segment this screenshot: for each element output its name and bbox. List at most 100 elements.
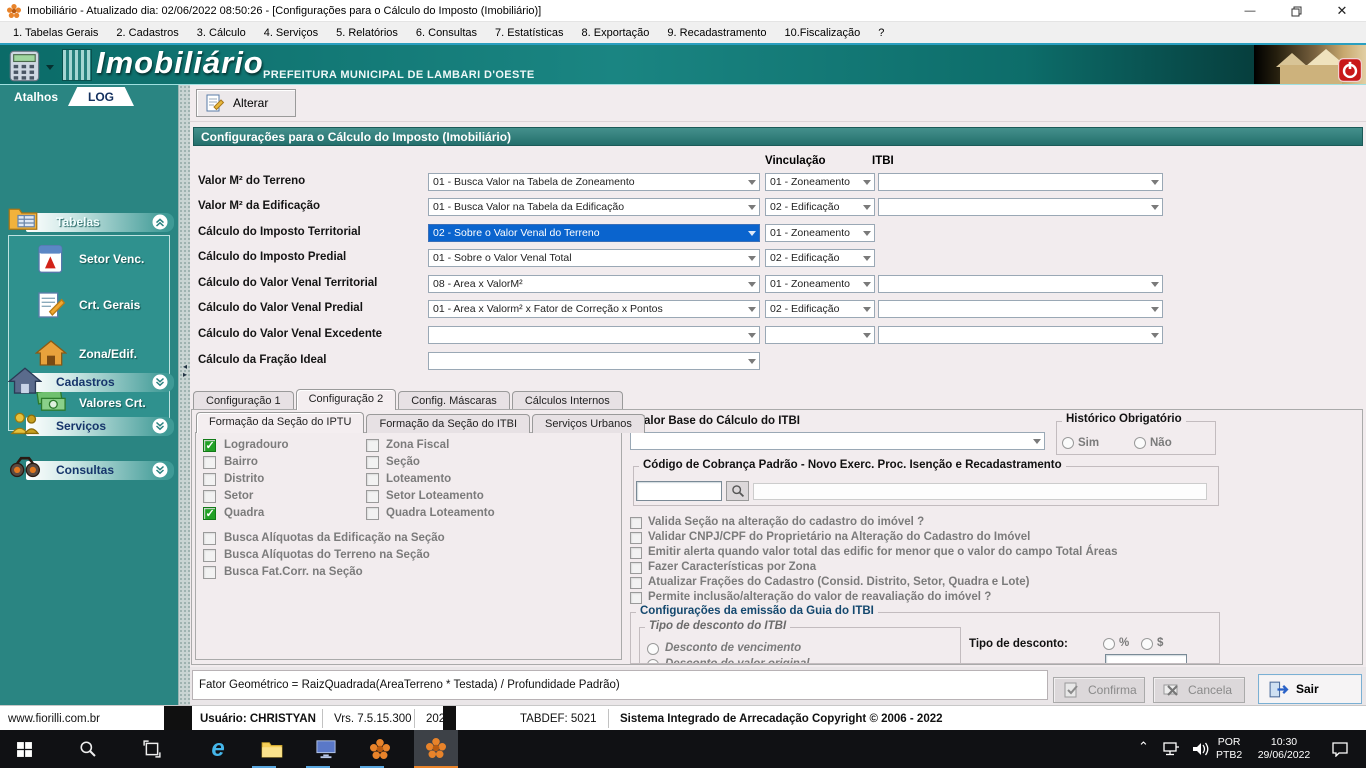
edificacao-m2-select[interactable]: 01 - Busca Valor na Tabela da Edificação xyxy=(428,198,760,216)
radio-label-nao: Não xyxy=(1150,437,1172,449)
status-website[interactable]: www.fiorilli.com.br xyxy=(0,706,108,731)
codigo-cobranca-input[interactable] xyxy=(636,481,722,501)
checkbox-validar-cnpj-cpf[interactable] xyxy=(630,532,642,544)
chevron-down-icon[interactable] xyxy=(152,374,168,390)
internet-explorer-icon[interactable]: e xyxy=(196,730,240,768)
codigo-search-button[interactable] xyxy=(726,481,749,501)
menu-fiscalizacao[interactable]: 10.Fiscalização xyxy=(775,25,869,41)
checkbox-emitir-alerta[interactable] xyxy=(630,547,642,559)
imposto-predial-select[interactable]: 01 - Sobre o Valor Venal Total xyxy=(428,249,760,267)
menu-cadastros[interactable]: 2. Cadastros xyxy=(107,25,187,41)
tray-chevron-icon[interactable]: ⌃ xyxy=(1138,740,1149,753)
restore-button[interactable] xyxy=(1276,0,1316,22)
tab-calculos-internos[interactable]: Cálculos Internos xyxy=(512,391,623,410)
fracao-ideal-select[interactable] xyxy=(428,352,760,370)
confirma-button[interactable]: Confirma xyxy=(1053,677,1145,703)
tab-servicos-urbanos[interactable]: Serviços Urbanos xyxy=(532,414,645,433)
tab-config-mascaras[interactable]: Config. Máscaras xyxy=(398,391,510,410)
taskbar-search-button[interactable] xyxy=(66,730,110,768)
vinculacao-select[interactable]: 02 - Edificação xyxy=(765,198,875,216)
checkbox-caracteristicas-zona[interactable] xyxy=(630,562,642,574)
file-explorer-icon[interactable] xyxy=(250,730,294,768)
vinculacao-select[interactable]: 02 - Edificação xyxy=(765,249,875,267)
checkbox-atualizar-fracoes[interactable] xyxy=(630,577,642,589)
vinculacao-select[interactable]: 01 - Zoneamento xyxy=(765,173,875,191)
checkbox-secao[interactable] xyxy=(366,456,379,469)
chevron-down-icon[interactable] xyxy=(152,462,168,478)
checkbox-permite-reavaliacao[interactable] xyxy=(630,592,642,604)
menu-help[interactable]: ? xyxy=(869,25,893,41)
sidebar-tab-log[interactable]: LOG xyxy=(68,87,134,106)
banner-dropdown-arrow-icon[interactable] xyxy=(46,65,54,70)
menu-servicos[interactable]: 4. Serviços xyxy=(255,25,327,41)
checkbox-distrito[interactable] xyxy=(203,473,216,486)
system-app-icon[interactable] xyxy=(304,730,348,768)
vinculacao-select[interactable]: 01 - Zoneamento xyxy=(765,275,875,293)
task-view-button[interactable] xyxy=(130,730,174,768)
checkbox-zona-fiscal[interactable] xyxy=(366,439,379,452)
tab-configuracao-1[interactable]: Configuração 1 xyxy=(193,391,294,410)
radio-desconto-valor-original[interactable] xyxy=(647,659,659,664)
volume-icon[interactable] xyxy=(1184,730,1216,768)
valor-base-itbi-select[interactable] xyxy=(630,432,1045,450)
vinculacao-select[interactable] xyxy=(765,326,875,344)
sidebar-tab-atalhos[interactable]: Atalhos xyxy=(14,90,58,104)
vinculacao-select[interactable]: 01 - Zoneamento xyxy=(765,224,875,242)
itbi-select[interactable] xyxy=(878,173,1163,191)
venal-excedente-select[interactable] xyxy=(428,326,760,344)
menu-recadastramento[interactable]: 9. Recadastramento xyxy=(658,25,775,41)
checkbox-quadra[interactable] xyxy=(203,507,216,520)
checkbox-busca-fatcorr[interactable] xyxy=(203,566,216,579)
itbi-select[interactable] xyxy=(878,275,1163,293)
menu-relatorios[interactable]: 5. Relatórios xyxy=(327,25,407,41)
fiorilli-app-icon[interactable] xyxy=(358,730,402,768)
tab-formacao-secao-itbi[interactable]: Formação da Seção do ITBI xyxy=(366,414,530,433)
checkbox-logradouro[interactable] xyxy=(203,439,216,452)
fiorilli-app-icon-active[interactable] xyxy=(414,730,458,768)
venal-predial-select[interactable]: 01 - Area x Valorm² x Fator de Correção … xyxy=(428,300,760,318)
checkbox-busca-aliquotas-edificacao[interactable] xyxy=(203,532,216,545)
checkbox-loteamento[interactable] xyxy=(366,473,379,486)
checkbox-bairro[interactable] xyxy=(203,456,216,469)
alterar-button[interactable]: Alterar xyxy=(196,89,296,117)
itbi-select[interactable] xyxy=(878,300,1163,318)
sair-button[interactable]: Sair xyxy=(1258,674,1362,704)
imposto-territorial-select[interactable]: 02 - Sobre o Valor Venal do Terreno xyxy=(428,224,760,242)
network-icon[interactable] xyxy=(1156,730,1186,768)
menu-exportacao[interactable]: 8. Exportação xyxy=(573,25,659,41)
language-indicator[interactable]: PORPTB2 xyxy=(1216,736,1242,762)
checkbox-setor[interactable] xyxy=(203,490,216,503)
checkbox-busca-aliquotas-terreno[interactable] xyxy=(203,549,216,562)
checkbox-valida-secao[interactable] xyxy=(630,517,642,529)
tab-configuracao-2[interactable]: Configuração 2 xyxy=(296,389,397,410)
radio-historico-sim[interactable] xyxy=(1062,437,1074,449)
desconto-valor-input[interactable] xyxy=(1105,654,1187,664)
tab-formacao-secao-iptu[interactable]: Formação da Seção do IPTU xyxy=(196,412,364,433)
radio-desconto-cash[interactable] xyxy=(1141,638,1153,650)
cancela-button[interactable]: Cancela xyxy=(1153,677,1245,703)
sidebar-group-servicos[interactable]: Serviços xyxy=(2,415,174,437)
itbi-select[interactable] xyxy=(878,198,1163,216)
checkbox-quadra-loteamento[interactable] xyxy=(366,507,379,520)
menu-tabelas-gerais[interactable]: 1. Tabelas Gerais xyxy=(4,25,107,41)
sidebar-group-consultas[interactable]: Consultas xyxy=(2,459,174,481)
chevron-down-icon[interactable] xyxy=(152,418,168,434)
menu-estatisticas[interactable]: 7. Estatísticas xyxy=(486,25,572,41)
terreno-m2-select[interactable]: 01 - Busca Valor na Tabela de Zoneamento xyxy=(428,173,760,191)
start-button[interactable] xyxy=(2,730,46,768)
radio-desconto-vencimento[interactable] xyxy=(647,643,659,655)
close-button[interactable]: ✕ xyxy=(1322,0,1362,22)
sidebar-group-cadastros[interactable]: Cadastros xyxy=(2,371,174,393)
clock[interactable]: 10:3029/06/2022 xyxy=(1248,736,1320,762)
power-button-icon[interactable] xyxy=(1338,58,1362,82)
itbi-select[interactable] xyxy=(878,326,1163,344)
radio-historico-nao[interactable] xyxy=(1134,437,1146,449)
radio-desconto-percent[interactable] xyxy=(1103,638,1115,650)
venal-territorial-select[interactable]: 08 - Area x ValorM² xyxy=(428,275,760,293)
checkbox-setor-loteamento[interactable] xyxy=(366,490,379,503)
minimize-button[interactable]: — xyxy=(1230,0,1270,22)
menu-consultas[interactable]: 6. Consultas xyxy=(407,25,486,41)
menu-calculo[interactable]: 3. Cálculo xyxy=(188,25,255,41)
vinculacao-select[interactable]: 02 - Edificação xyxy=(765,300,875,318)
notification-center-icon[interactable] xyxy=(1322,730,1358,768)
